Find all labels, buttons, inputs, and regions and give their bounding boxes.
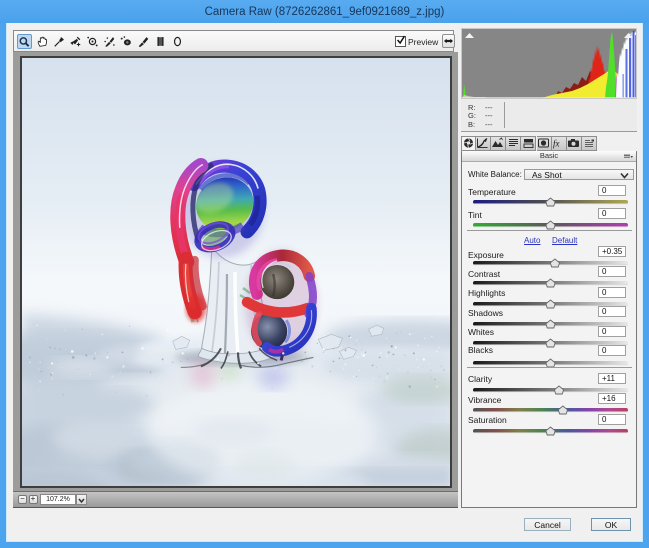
- svg-text:fx: fx: [553, 139, 560, 149]
